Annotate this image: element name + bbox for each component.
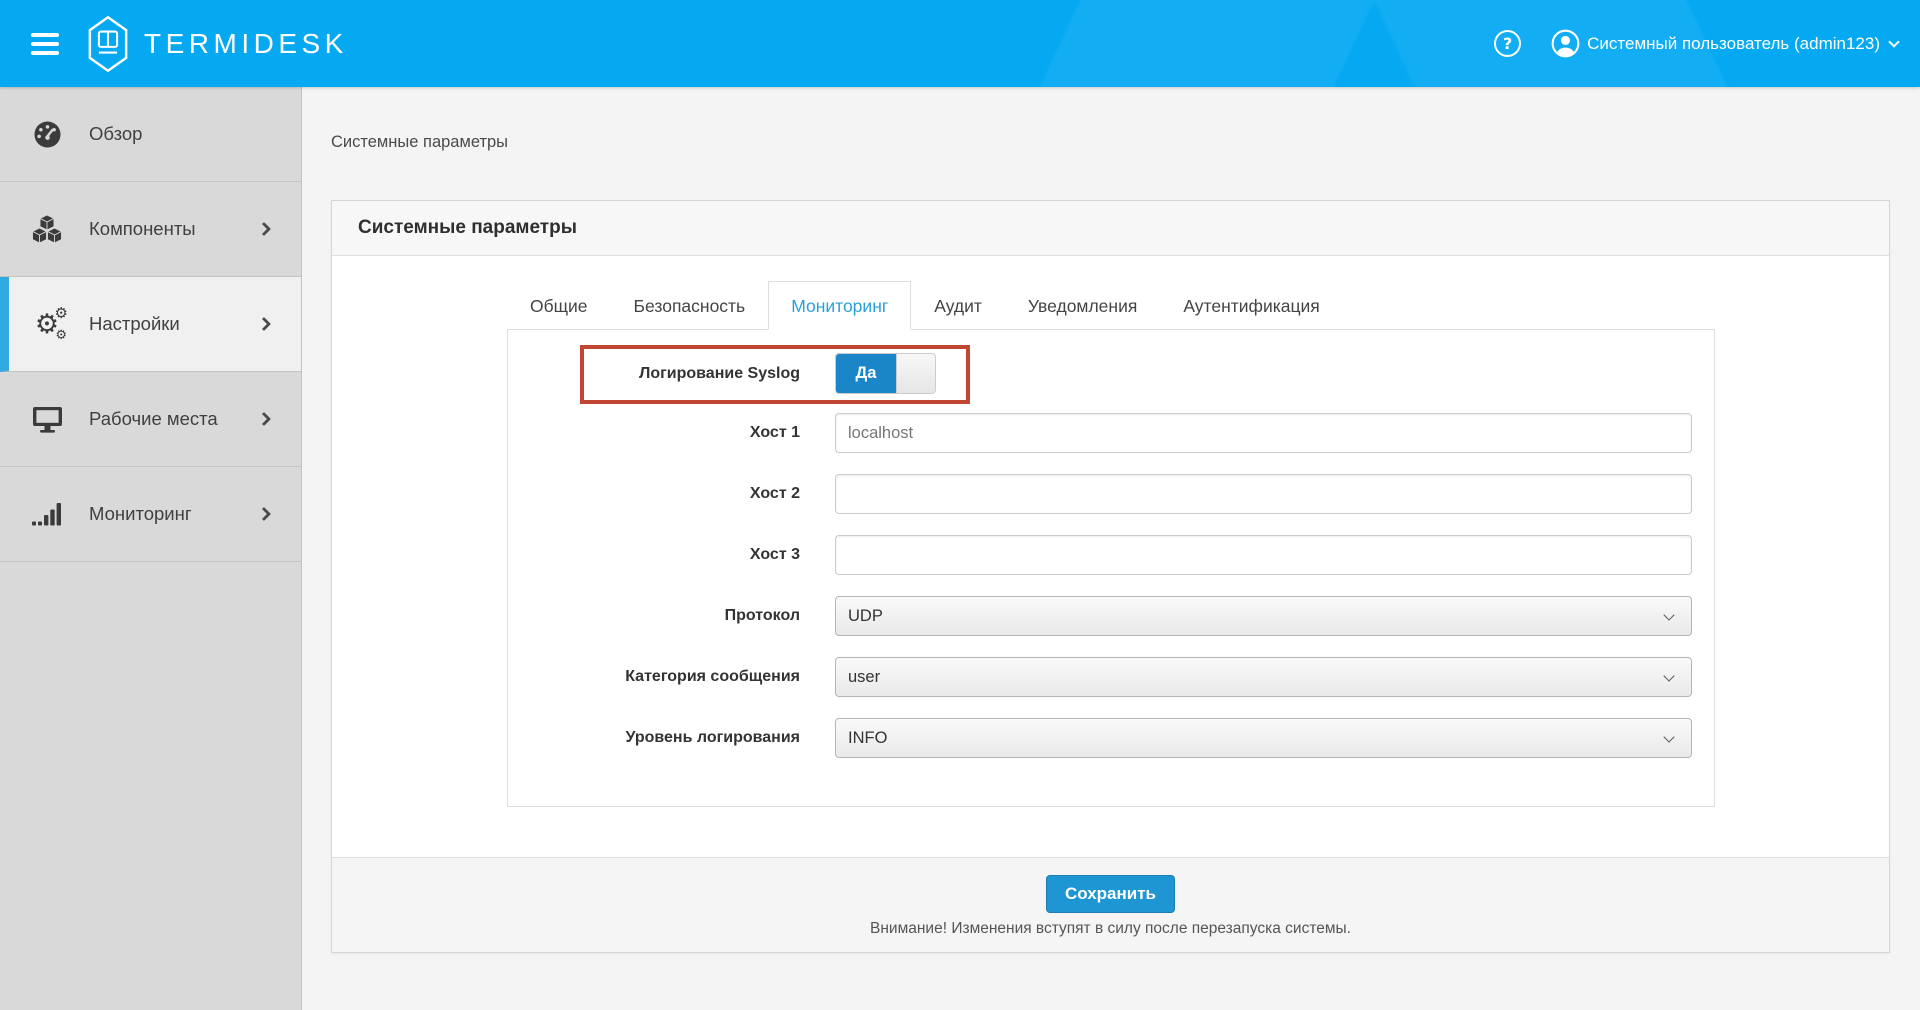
- syslog-label: Логирование Syslog: [508, 365, 835, 383]
- chevron-right-icon: [257, 222, 271, 236]
- category-label: Категория сообщения: [508, 668, 835, 686]
- tab-security[interactable]: Безопасность: [611, 281, 769, 331]
- termidesk-hexagon-icon: [87, 15, 129, 73]
- host2-row: Хост 2: [508, 474, 1692, 514]
- host3-input[interactable]: [835, 535, 1692, 575]
- dashboard-icon: [30, 118, 64, 150]
- tab-audit[interactable]: Аудит: [911, 281, 1005, 331]
- host1-label: Хост 1: [508, 424, 835, 442]
- host1-input[interactable]: [835, 413, 1692, 453]
- sidebar-item-label: Компоненты: [89, 218, 196, 240]
- sidebar-item-label: Мониторинг: [89, 503, 192, 525]
- breadcrumb: Системные параметры: [331, 133, 508, 152]
- monitoring-icon: [30, 498, 64, 530]
- log-level-label: Уровень логирования: [508, 729, 835, 747]
- syslog-toggle[interactable]: Да: [835, 353, 936, 394]
- panel-footer: Сохранить Внимание! Изменения вступят в …: [332, 857, 1889, 952]
- user-name: Системный пользователь (admin123): [1587, 34, 1880, 54]
- chevron-down-icon: [1888, 36, 1899, 47]
- toggle-handle: [896, 354, 935, 393]
- category-select[interactable]: user: [835, 657, 1692, 697]
- sidebar-item-components[interactable]: Компоненты: [0, 182, 301, 277]
- chevron-down-icon: [1663, 609, 1674, 620]
- sidebar: Обзор Компоненты ⚙: [0, 87, 302, 1010]
- host3-label: Хост 3: [508, 546, 835, 564]
- sidebar-item-label: Обзор: [89, 123, 142, 145]
- restart-warning: Внимание! Изменения вступят в силу после…: [332, 920, 1889, 938]
- protocol-label: Протокол: [508, 607, 835, 625]
- chevron-down-icon: [1663, 670, 1674, 681]
- sidebar-item-label: Настройки: [89, 313, 180, 335]
- settings-tabs: Общие Безопасность Мониторинг Аудит Увед…: [507, 281, 1889, 329]
- host3-row: Хост 3: [508, 535, 1692, 575]
- panel-title: Системные параметры: [358, 217, 577, 239]
- log-level-select[interactable]: INFO: [835, 718, 1692, 758]
- system-parameters-panel: Системные параметры Общие Безопасность М…: [331, 200, 1890, 953]
- sidebar-item-settings[interactable]: ⚙ ⚙ ⚙ Настройки: [0, 277, 301, 372]
- host2-label: Хост 2: [508, 485, 835, 503]
- protocol-select[interactable]: UDP: [835, 596, 1692, 636]
- sidebar-item-workplaces[interactable]: Рабочие места: [0, 372, 301, 467]
- host2-input[interactable]: [835, 474, 1692, 514]
- settings-icon: ⚙ ⚙ ⚙: [30, 308, 64, 340]
- tab-notifications[interactable]: Уведомления: [1005, 281, 1160, 331]
- main-content: Системные параметры Системные параметры …: [303, 87, 1920, 1010]
- chevron-down-icon: [1663, 731, 1674, 742]
- toggle-on-label: Да: [836, 354, 896, 393]
- monitoring-tab-content: Логирование Syslog Да Хост 1 Хост 2: [507, 329, 1715, 807]
- panel-header: Системные параметры: [332, 201, 1889, 256]
- user-menu[interactable]: Системный пользователь (admin123): [1551, 29, 1898, 58]
- help-icon[interactable]: ?: [1494, 30, 1521, 57]
- host1-row: Хост 1: [508, 413, 1692, 453]
- protocol-row: Протокол UDP: [508, 596, 1692, 636]
- sidebar-item-label: Рабочие места: [89, 408, 218, 430]
- sidebar-item-overview[interactable]: Обзор: [0, 87, 301, 182]
- save-button[interactable]: Сохранить: [1046, 875, 1175, 913]
- chevron-right-icon: [257, 412, 271, 426]
- user-avatar-icon: [1551, 29, 1580, 58]
- tab-authentication[interactable]: Аутентификация: [1160, 281, 1342, 331]
- chevron-right-icon: [257, 507, 271, 521]
- brand-logo[interactable]: TERMIDESK: [87, 15, 348, 73]
- hamburger-menu-icon[interactable]: [31, 28, 59, 60]
- components-icon: [30, 213, 64, 245]
- category-row: Категория сообщения user: [508, 657, 1692, 697]
- workplaces-icon: [30, 403, 64, 435]
- tab-general[interactable]: Общие: [507, 281, 611, 331]
- brand-name: TERMIDESK: [144, 28, 348, 60]
- tab-monitoring[interactable]: Мониторинг: [768, 281, 911, 330]
- syslog-toggle-row: Логирование Syslog Да: [508, 353, 1692, 394]
- category-selected-value: user: [848, 668, 880, 687]
- log-level-selected-value: INFO: [848, 729, 887, 748]
- log-level-row: Уровень логирования INFO: [508, 718, 1692, 758]
- chevron-right-icon: [257, 317, 271, 331]
- sidebar-item-monitoring[interactable]: Мониторинг: [0, 467, 301, 562]
- protocol-selected-value: UDP: [848, 607, 883, 626]
- app-header: TERMIDESK ? Системный пользователь (admi…: [0, 0, 1920, 87]
